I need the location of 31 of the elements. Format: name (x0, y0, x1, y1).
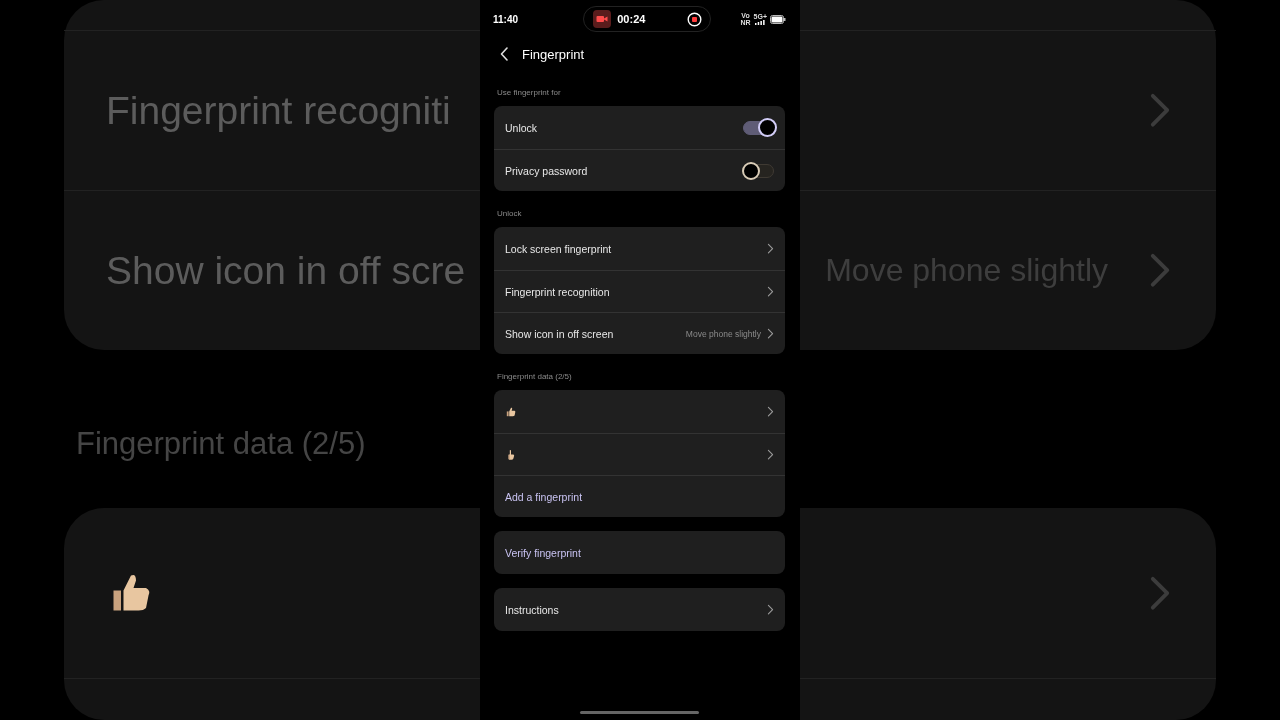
page-title: Fingerprint (522, 46, 585, 62)
section-heading: Fingerprint data (2/5) (496, 371, 573, 383)
status-time: 11:40 (493, 13, 519, 25)
section-heading: Use fingerprint for (496, 87, 562, 99)
setting-row[interactable]: Privacy password (494, 149, 785, 191)
toggle-switch[interactable] (743, 163, 774, 178)
section-heading: Fingerprint data (2/5) (76, 426, 366, 462)
battery-icon (770, 14, 786, 24)
setting-row[interactable]: Fingerprint recognition (494, 270, 785, 312)
signal-icon (755, 20, 766, 25)
stop-icon (687, 11, 703, 27)
setting-row[interactable]: Verify fingerprint (494, 531, 785, 574)
recording-time: 00:24 (617, 13, 647, 25)
chevron-right-icon (767, 285, 774, 298)
section-heading: Unlock (496, 208, 523, 220)
setting-row[interactable]: Add a fingerprint (494, 475, 785, 517)
toggle-switch[interactable] (743, 120, 774, 135)
setting-value: Move phone slightly (685, 328, 761, 339)
setting-label: Fingerprint recogniti (106, 88, 451, 133)
chevron-right-icon (767, 327, 774, 340)
thumbs-up-icon (505, 405, 517, 418)
video-camera-icon (593, 10, 612, 28)
setting-row[interactable]: Show icon in off screen Move phone slightly (494, 312, 785, 354)
setting-row[interactable]: Instructions (494, 588, 785, 631)
chevron-right-icon (767, 603, 774, 616)
chevron-right-icon (767, 242, 774, 255)
chevron-right-icon (767, 405, 774, 418)
chevron-right-icon (767, 448, 774, 461)
setting-label: Show icon in off scre (106, 248, 466, 293)
setting-row[interactable]: Lock screen fingerprint (494, 227, 785, 270)
setting-row[interactable]: Unlock (494, 106, 785, 149)
